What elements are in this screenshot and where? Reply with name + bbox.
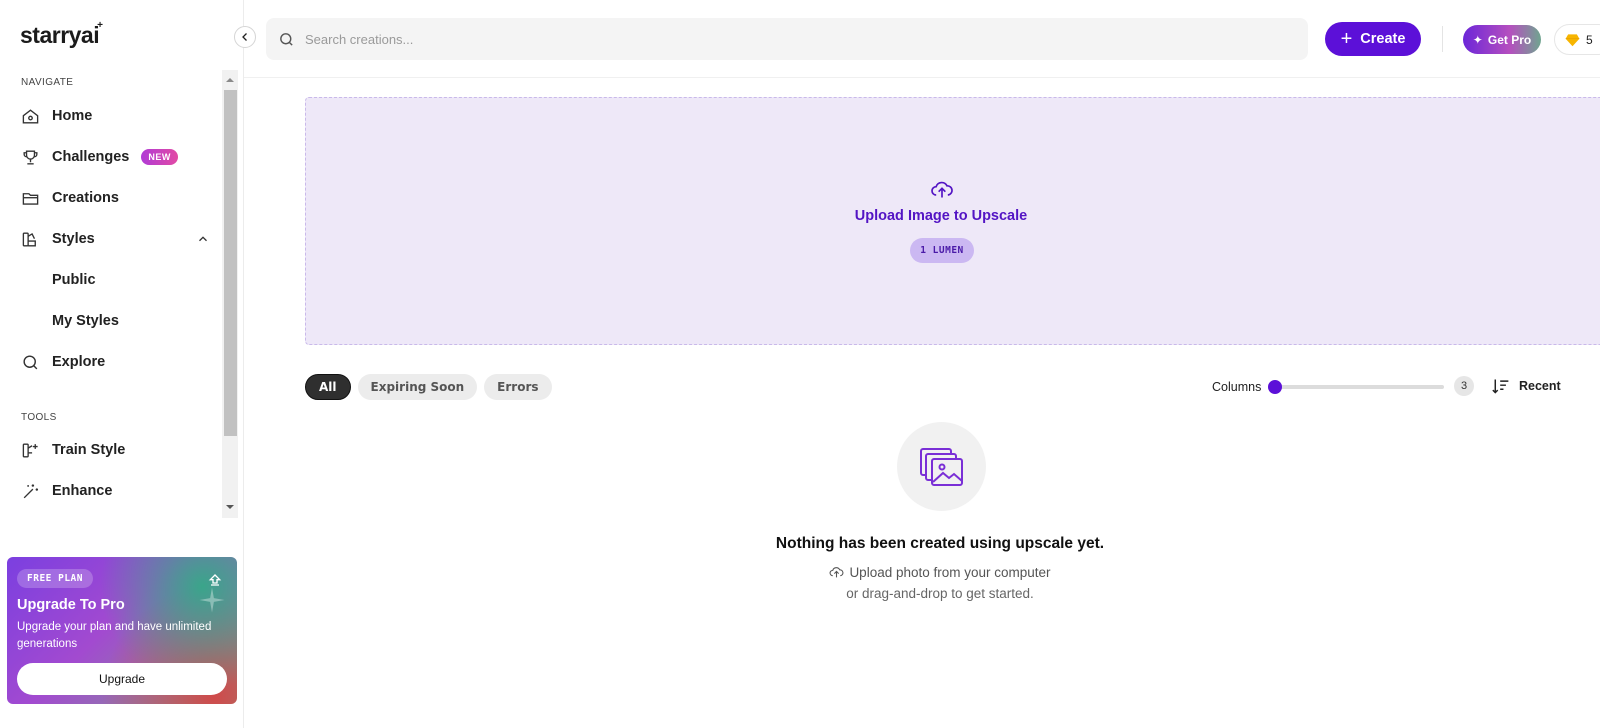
sidebar-item-home[interactable]: Home (20, 98, 210, 134)
sidebar-item-label: Train Style (52, 442, 126, 458)
sidebar-scrollbar[interactable] (222, 70, 238, 518)
sidebar-item-label: Home (52, 108, 93, 124)
header-divider (1442, 26, 1443, 52)
get-pro-label: Get Pro (1487, 32, 1532, 47)
columns-label: Columns (1212, 380, 1262, 394)
filter-expiring-soon[interactable]: Expiring Soon (357, 374, 478, 400)
sidebar-item-label: My Styles (52, 313, 119, 329)
chevron-up-icon[interactable] (196, 232, 210, 246)
scroll-down-arrow-icon[interactable] (225, 502, 235, 512)
sidebar-item-public[interactable]: Public (20, 262, 210, 298)
columns-slider[interactable] (1268, 380, 1448, 394)
columns-control: Columns 3 (1212, 376, 1474, 398)
chevron-left-icon (242, 33, 247, 41)
collapse-sidebar-button[interactable] (234, 26, 256, 48)
slider-handle[interactable] (1268, 380, 1282, 394)
empty-state-line2: or drag-and-drop to get started. (846, 586, 1034, 601)
lumen-count: 5 (1586, 32, 1593, 47)
lumen-balance[interactable]: 5 (1554, 24, 1600, 55)
create-button[interactable]: + Create (1325, 22, 1421, 56)
top-header: + Create ✦ Get Pro 5 (244, 0, 1600, 78)
sidebar-item-label: Public (52, 272, 96, 288)
home-icon (20, 106, 40, 126)
sidebar: starryai+ NAVIGATE Home Challenges NEW C… (0, 0, 244, 728)
sidebar-item-explore[interactable]: Explore (20, 344, 210, 380)
navigate-section-label: NAVIGATE (21, 77, 74, 88)
filter-all[interactable]: All (305, 374, 351, 400)
styles-icon (20, 229, 40, 249)
sparkle-icon: ✦ (1472, 32, 1483, 47)
upgrade-card: FREE PLAN Upgrade To Pro Upgrade your pl… (7, 557, 237, 704)
sidebar-item-label: Styles (52, 231, 95, 247)
sidebar-nav: NAVIGATE Home Challenges NEW Creations S… (0, 70, 244, 530)
trophy-icon (20, 147, 40, 167)
search-input[interactable] (305, 31, 1205, 47)
gem-icon (1565, 33, 1580, 46)
starryai-logo[interactable]: starryai+ (20, 20, 104, 49)
sidebar-item-label: Enhance (52, 483, 113, 499)
upgrade-button[interactable]: Upgrade (17, 663, 227, 695)
sidebar-item-train-style[interactable]: Train Style (20, 432, 210, 468)
scrollbar-thumb[interactable] (224, 90, 237, 436)
folder-icon (20, 188, 40, 208)
tools-section-label: TOOLS (21, 412, 57, 423)
free-plan-badge: FREE PLAN (17, 569, 93, 588)
search-bar[interactable] (266, 18, 1308, 60)
sparkle-icon (199, 587, 225, 613)
create-button-label: Create (1360, 31, 1406, 47)
sort-icon (1492, 379, 1509, 394)
plus-icon: + (1340, 28, 1353, 50)
sidebar-item-my-styles[interactable]: My Styles (20, 303, 210, 339)
empty-state-illustration (897, 422, 986, 511)
upgrade-card-text: Upgrade your plan and have unlimited gen… (17, 621, 212, 650)
filter-errors[interactable]: Errors (484, 374, 552, 400)
upload-dropzone[interactable]: Upload Image to Upscale 1 LUMEN (305, 97, 1600, 345)
sidebar-item-challenges[interactable]: Challenges NEW (20, 139, 210, 175)
empty-state-line1: Upload photo from your computer (849, 565, 1051, 580)
sidebar-item-label: Creations (52, 190, 119, 206)
columns-count: 3 (1454, 376, 1474, 396)
new-badge: NEW (141, 149, 178, 165)
sidebar-item-styles[interactable]: Styles (20, 221, 210, 257)
sort-dropdown[interactable]: Recent (1491, 377, 1561, 395)
sort-label: Recent (1519, 379, 1561, 393)
app: starryai+ NAVIGATE Home Challenges NEW C… (0, 0, 1600, 728)
cloud-upload-icon (931, 181, 953, 198)
sidebar-item-label: Challenges (52, 149, 130, 165)
filter-chips: All Expiring Soon Errors (305, 374, 552, 400)
empty-state-upload-hint[interactable]: Upload photo from your computer (740, 565, 1140, 580)
empty-state-title: Nothing has been created using upscale y… (775, 535, 1105, 552)
sidebar-item-creations[interactable]: Creations (20, 180, 210, 216)
image-stack-icon (919, 447, 963, 486)
cloud-upload-icon (830, 567, 844, 578)
lumen-cost-badge: 1 LUMEN (910, 238, 974, 263)
sidebar-item-enhance[interactable]: Enhance (20, 473, 210, 509)
train-style-icon (20, 440, 40, 460)
scroll-up-arrow-icon[interactable] (225, 75, 235, 85)
upload-title: Upload Image to Upscale (854, 208, 1028, 224)
search-icon (280, 32, 293, 46)
sidebar-item-label: Explore (52, 354, 106, 370)
search-icon (20, 352, 40, 372)
get-pro-button[interactable]: ✦ Get Pro (1463, 25, 1541, 54)
upgrade-card-title: Upgrade To Pro (17, 597, 125, 613)
magic-wand-icon (20, 481, 40, 501)
slider-track[interactable] (1268, 385, 1444, 389)
